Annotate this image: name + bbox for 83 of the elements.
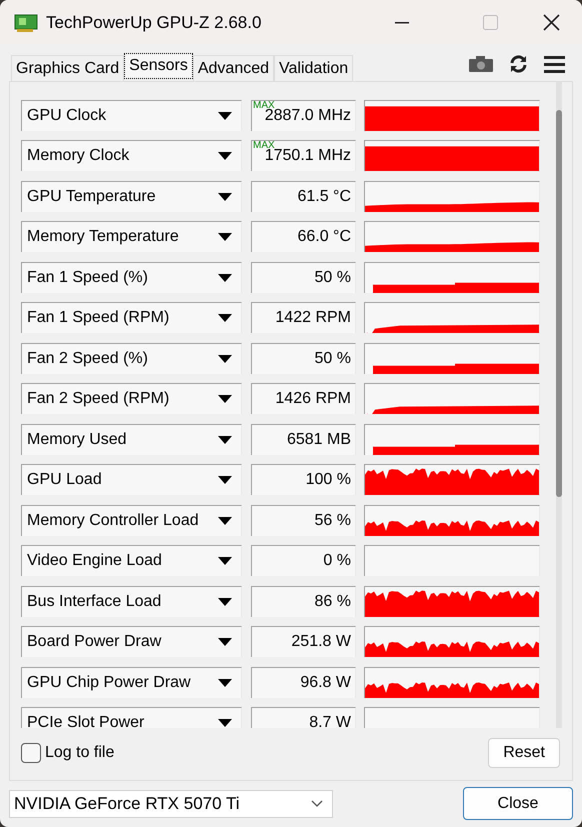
dropdown-arrow-icon [218,638,232,646]
sensor-dropdown[interactable]: GPU Chip Power Draw [21,666,242,698]
sensor-dropdown[interactable]: Fan 2 Speed (%) [21,342,242,374]
sensor-value: 1426 RPM [275,389,351,410]
sensor-dropdown[interactable]: GPU Temperature [21,180,242,212]
tab[interactable]: Sensors [124,53,193,79]
dropdown-arrow-icon [218,476,232,484]
refresh-icon[interactable] [509,55,528,73]
sensor-name: Bus Interface Load [27,592,162,612]
sensor-value: 96.8 W [300,672,351,693]
sensor-name: Video Engine Load [27,551,162,572]
sensor-dropdown[interactable]: Fan 2 Speed (RPM) [21,383,242,414]
sensor-value: 50 % [314,268,351,288]
sensor-value: 61.5 °C [297,186,351,207]
camera-icon[interactable] [469,56,493,72]
window-title: TechPowerUp GPU-Z 2.68.0 [46,12,262,34]
checkbox-label[interactable]: Log to file [45,741,114,765]
sensor-value: 66.0 °C [297,227,351,248]
sensor-dropdown[interactable]: PCIe Slot Power [21,707,242,728]
close-button[interactable]: Close [463,787,573,820]
sensor-value: 56 % [314,510,351,531]
dropdown-arrow-icon [218,112,232,120]
sensor-dropdown[interactable]: Video Engine Load [21,545,242,576]
minimize-icon [395,22,409,24]
tab[interactable]: Graphics Card [11,55,124,81]
checkbox[interactable] [21,743,41,763]
dropdown-arrow-icon [218,516,232,525]
sensor-name: Fan 2 Speed (RPM) [27,389,170,410]
sensor-dropdown[interactable]: GPU Load [21,464,242,496]
sensor-name: GPU Temperature [27,186,156,207]
sensor-dropdown[interactable]: Memory Clock [21,140,242,172]
dropdown-arrow-icon [218,233,232,242]
sensor-name: Fan 1 Speed (RPM) [27,308,170,328]
sensor-dropdown[interactable]: Memory Used [21,424,242,455]
sensor-dropdown[interactable]: GPU Clock [21,100,242,131]
reset-button[interactable]: Reset [488,738,560,768]
sensor-dropdown[interactable]: Bus Interface Load [21,586,242,617]
dropdown-arrow-icon [218,314,232,322]
sensor-name: Memory Controller Load [27,510,199,531]
sensor-name: GPU Load [27,470,102,490]
sensor-name: Fan 2 Speed (%) [27,348,148,369]
sensor-dropdown[interactable]: Fan 1 Speed (RPM) [21,302,242,334]
dropdown-arrow-icon [218,436,232,444]
sensor-dropdown[interactable]: Memory Controller Load [21,504,242,536]
dropdown-value: NVIDIA GeForce RTX 5070 Ti [14,792,240,815]
sensor-name: Memory Used [27,430,127,450]
sensor-name: Fan 1 Speed (%) [27,268,148,288]
dropdown-arrow-icon [218,274,232,282]
dropdown-arrow-icon [218,678,232,687]
dropdown-arrow-icon [218,598,232,606]
close-icon [542,14,560,31]
sensor-name: PCIe Slot Power [27,713,144,728]
graphics-card-icon [14,12,38,32]
device-dropdown[interactable]: NVIDIA GeForce RTX 5070 Ti [9,790,333,818]
menu-icon[interactable] [544,56,565,72]
scrollbar[interactable] [556,82,562,728]
tab[interactable]: Validation [274,55,354,81]
sensor-value: 0 % [323,551,351,572]
dropdown-arrow-icon [218,719,232,728]
sensor-dropdown[interactable]: Fan 1 Speed (%) [21,262,242,293]
sensor-value: 1422 RPM [275,308,351,328]
sensor-value: 251.8 W [291,632,351,652]
sensor-value: 6581 MB [286,430,351,450]
tab[interactable]: Advanced [192,55,274,81]
scrollbar-thumb[interactable] [556,110,562,497]
sensor-name: Memory Clock [27,146,130,166]
sensor-value: 86 % [314,592,351,612]
dropdown-arrow-icon [218,152,232,160]
sensor-value: 100 % [306,470,351,490]
sensor-value: 8.7 W [309,713,351,728]
sensor-dropdown[interactable]: Memory Temperature [21,221,242,252]
dropdown-arrow-icon [218,354,232,363]
dropdown-arrow-icon [218,557,232,566]
sensor-name: Board Power Draw [27,632,162,652]
dropdown-arrow-icon [218,192,232,201]
sensor-name: GPU Clock [27,106,106,126]
sensor-dropdown[interactable]: Board Power Draw [21,626,242,658]
maximize-icon [482,15,498,30]
chevron-down-icon [311,800,323,807]
dropdown-arrow-icon [218,395,232,404]
sensor-name: GPU Chip Power Draw [27,672,191,693]
sensor-name: Memory Temperature [27,227,179,248]
sensor-value: 50 % [314,348,351,369]
